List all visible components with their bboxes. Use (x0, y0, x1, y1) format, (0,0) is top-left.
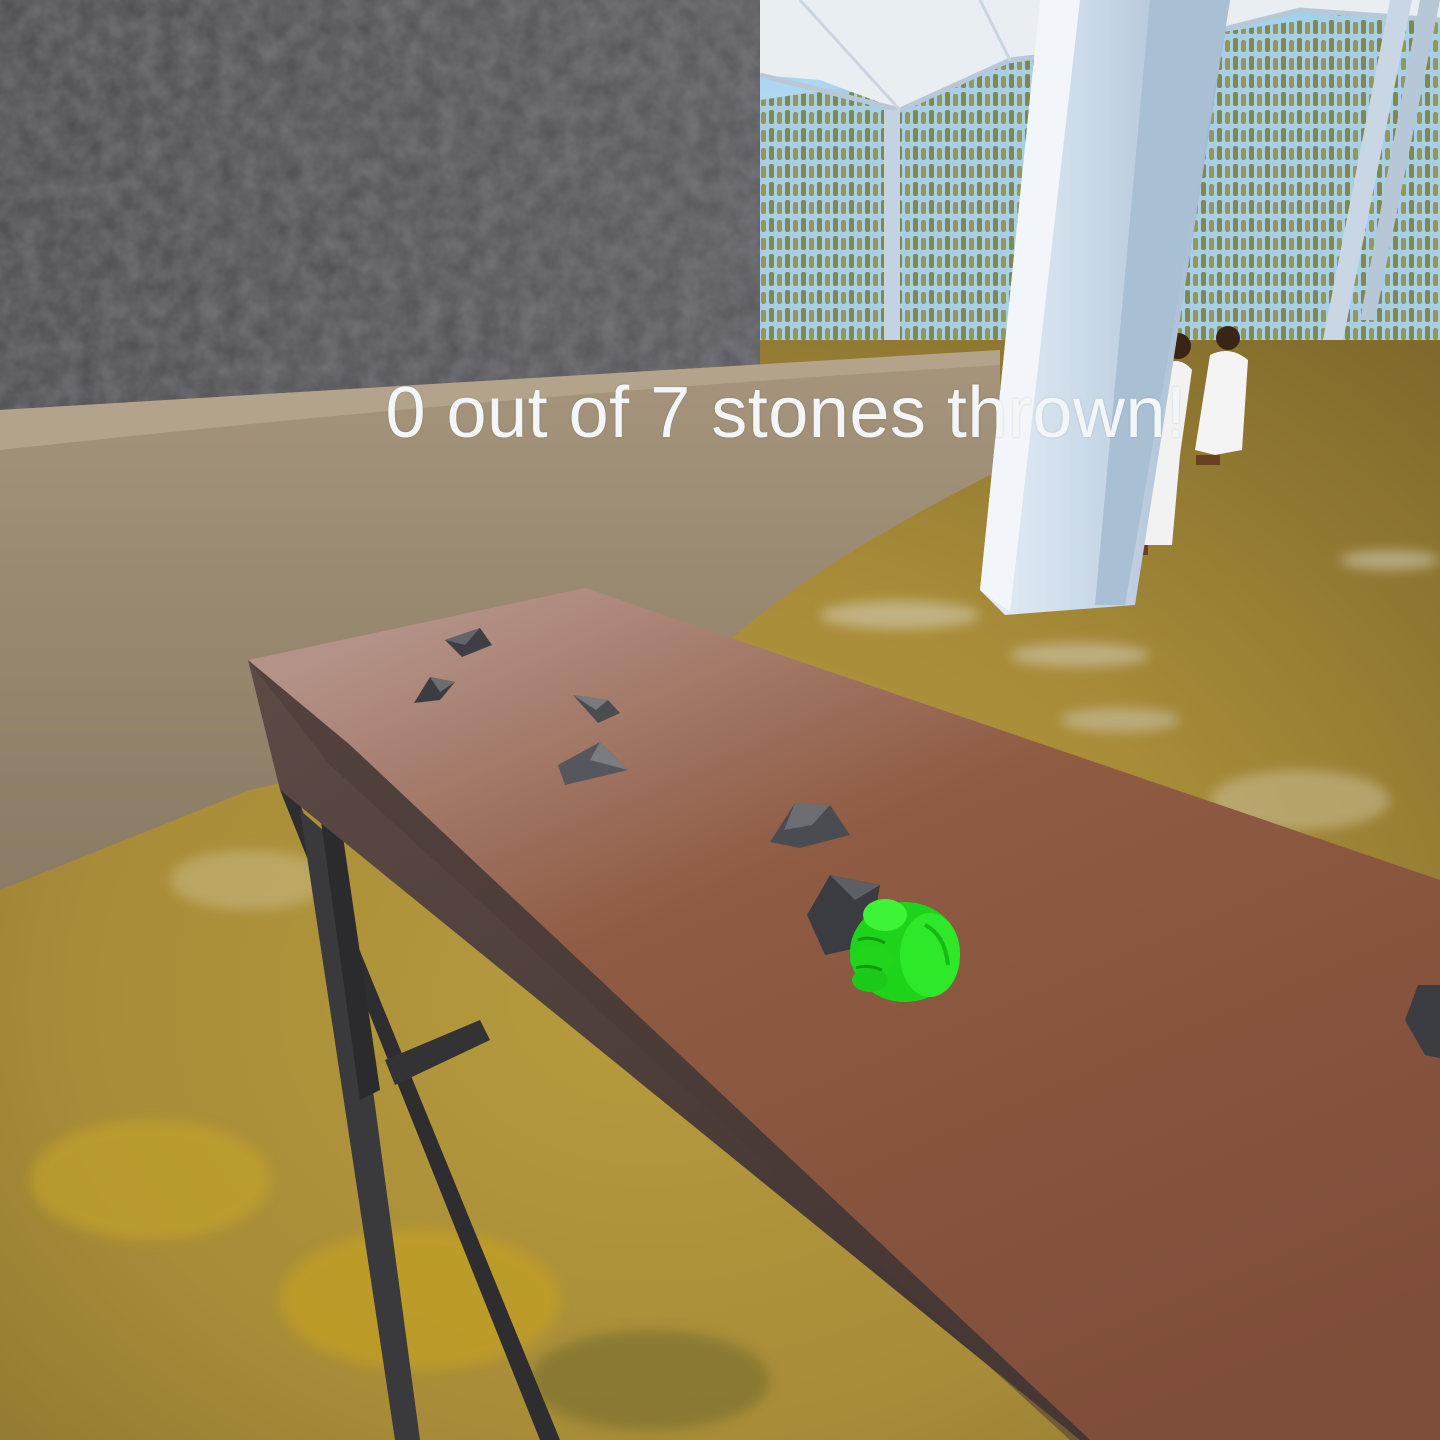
distant-pillar (884, 110, 900, 350)
game-world (0, 0, 1440, 1440)
stone-wall-texture (0, 0, 760, 420)
vr-game-view: 0 out of 7 stones thrown! (0, 0, 1440, 1440)
